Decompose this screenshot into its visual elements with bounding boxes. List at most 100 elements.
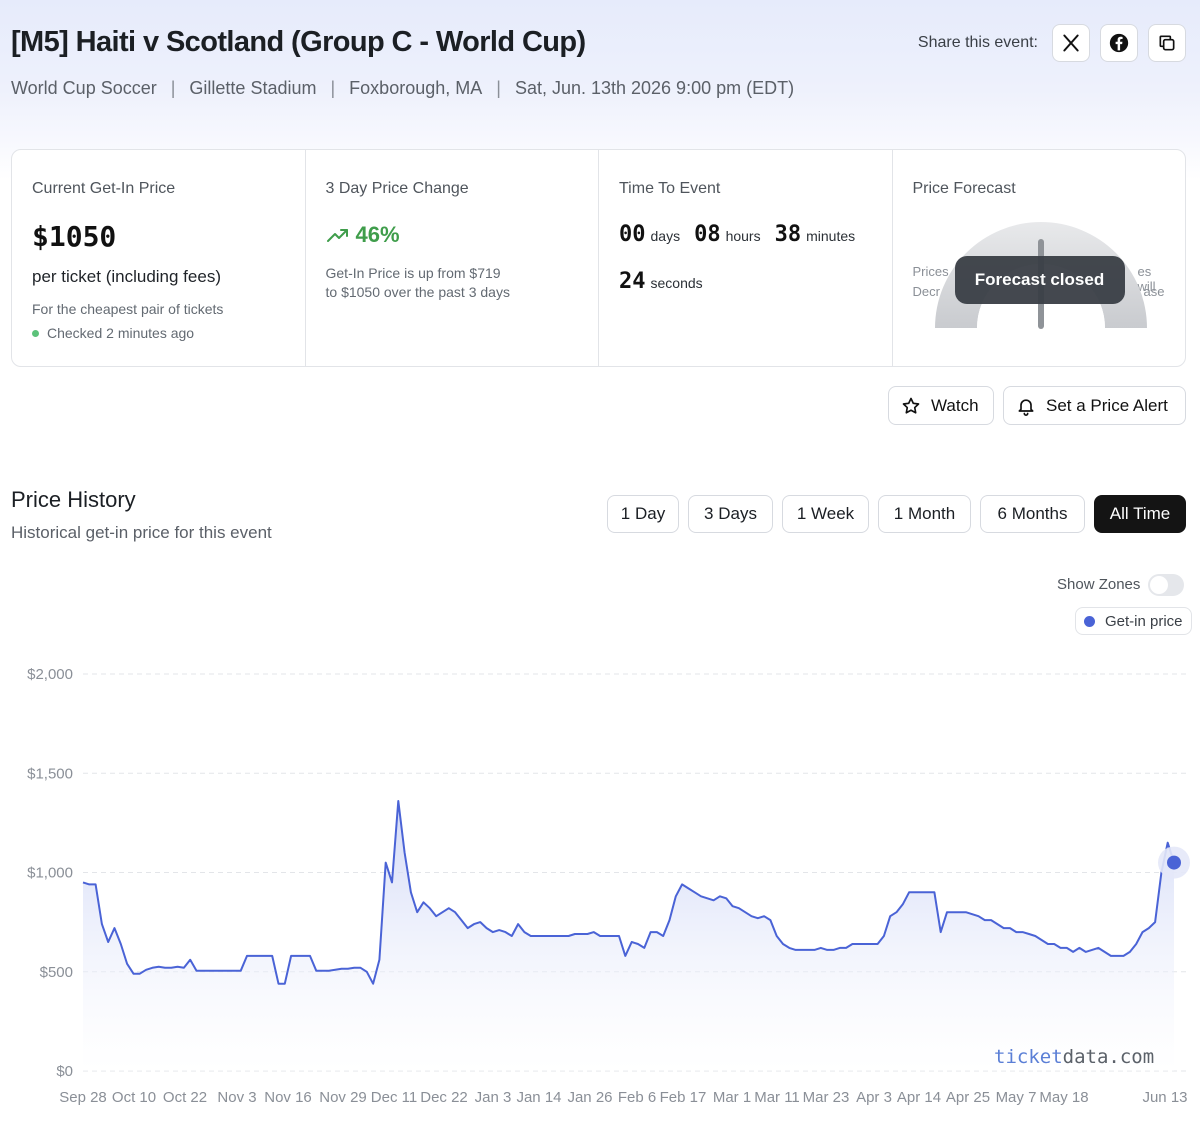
x-tick-label: Nov 3	[217, 1089, 256, 1106]
minutes-unit: minutes	[806, 228, 856, 244]
x-tick-label: Apr 25	[946, 1089, 990, 1106]
x-tick-label: Apr 3	[856, 1089, 892, 1106]
hours-unit: hours	[725, 228, 761, 244]
separator: |	[496, 78, 501, 98]
event-venue[interactable]: Gillette Stadium	[189, 78, 316, 98]
x-tick-label: Nov 29	[319, 1089, 367, 1106]
x-tick-label: Mar 23	[803, 1089, 850, 1106]
event-meta: World Cup Soccer | Gillette Stadium | Foxbor…	[11, 78, 794, 99]
range-1-month-button[interactable]: 1 Month	[878, 495, 971, 533]
x-tick-label: Jun 13	[1142, 1089, 1187, 1106]
time-to-event-card: Time To Event 00 days 08 hours 38 minutes 2…	[599, 150, 893, 366]
chart-legend[interactable]: Get-in price	[1075, 607, 1192, 635]
x-tick-label: Feb 17	[660, 1089, 707, 1106]
x-tick-label: Oct 22	[163, 1089, 207, 1106]
days-unit: days	[650, 228, 681, 244]
separator: |	[170, 78, 176, 98]
status-dot-icon	[32, 329, 39, 337]
price-alert-button[interactable]: Set a Price Alert	[1003, 386, 1186, 425]
range-1-day-button[interactable]: 1 Day	[607, 495, 679, 533]
y-tick-label: $500	[40, 964, 73, 981]
show-zones-label: Show Zones	[1057, 576, 1141, 593]
x-tick-label: Jan 14	[516, 1089, 561, 1106]
x-icon	[1063, 34, 1079, 52]
share-bar: Share this event:	[918, 24, 1186, 62]
range-3-days-button[interactable]: 3 Days	[688, 495, 773, 533]
last-point-marker	[1167, 855, 1181, 870]
stats-panel: Current Get-In Price $1050 per ticket (i…	[11, 149, 1186, 367]
event-category[interactable]: World Cup Soccer	[11, 78, 157, 98]
days-value: 00	[619, 222, 646, 247]
price-change-description: Get-In Price is up from $719 to $1050 ov…	[326, 264, 536, 302]
cheapest-note: For the cheapest pair of tickets	[32, 301, 224, 317]
price-area	[83, 801, 1174, 1071]
range-all-time-button[interactable]: All Time	[1094, 495, 1186, 533]
x-tick-label: Jan 26	[567, 1089, 612, 1106]
per-ticket-label: per ticket (including fees)	[32, 267, 221, 286]
y-tick-label: $0	[56, 1063, 73, 1080]
range-6-months-button[interactable]: 6 Months	[980, 495, 1085, 533]
price-change-percent: 46%	[326, 222, 579, 248]
price-history-subtitle: Historical get-in price for this event	[11, 523, 272, 542]
share-x-button[interactable]	[1052, 24, 1090, 62]
watch-label: Watch	[931, 395, 979, 415]
x-tick-label: Mar 1	[713, 1089, 751, 1106]
x-tick-label: Apr 14	[897, 1089, 941, 1106]
x-tick-label: Oct 10	[112, 1089, 156, 1106]
copy-link-button[interactable]	[1148, 24, 1186, 62]
y-tick-label: $2,000	[27, 666, 73, 683]
percent-value: 46%	[355, 222, 400, 247]
change-line-2: to $1050 over the past 3 days	[325, 284, 510, 300]
checked-status: Checked 2 minutes ago	[32, 325, 285, 341]
x-tick-label: Dec 22	[420, 1089, 468, 1106]
y-tick-label: $1,500	[27, 765, 73, 782]
event-datetime: Sat, Jun. 13th 2026 9:00 pm (EDT)	[514, 78, 795, 98]
watch-button[interactable]: Watch	[888, 386, 994, 425]
price-history-title: Price History	[11, 487, 136, 512]
x-tick-label: Sep 28	[59, 1089, 107, 1106]
bell-icon	[1018, 398, 1034, 416]
legend-dot-icon	[1084, 615, 1095, 627]
x-tick-label: May 18	[1039, 1089, 1088, 1106]
price-alert-label: Set a Price Alert	[1046, 395, 1168, 415]
current-price-title: Current Get-In Price	[32, 180, 176, 197]
price-forecast-card: Price Forecast Prices Decr es will ase F…	[893, 150, 1186, 366]
price-change-card: 3 Day Price Change 46% Get-In Price is u…	[306, 150, 599, 366]
facebook-icon	[1109, 33, 1129, 53]
star-icon	[902, 397, 920, 414]
range-1-week-button[interactable]: 1 Week	[782, 495, 869, 533]
x-tick-label: Jan 3	[475, 1089, 512, 1106]
current-price-value: $1050	[32, 220, 117, 253]
x-tick-label: May 7	[996, 1089, 1037, 1106]
watermark: ticketdata.com	[994, 1046, 1155, 1068]
trending-up-icon	[326, 229, 348, 242]
change-line-1: Get-In Price is up from $719	[325, 265, 501, 281]
toggle-knob	[1150, 576, 1168, 594]
x-tick-label: Nov 16	[264, 1089, 312, 1106]
x-tick-label: Feb 6	[618, 1089, 656, 1106]
time-to-event-title: Time To Event	[619, 180, 721, 197]
forecast-right-text-2: ase	[1143, 284, 1165, 299]
copy-icon	[1159, 35, 1175, 51]
legend-label: Get-in price	[1105, 612, 1183, 630]
x-tick-label: Dec 11	[371, 1089, 417, 1106]
share-label: Share this event:	[917, 34, 1038, 51]
minutes-value: 38	[774, 222, 802, 247]
price-forecast-title: Price Forecast	[912, 180, 1016, 197]
show-zones-toggle[interactable]	[1148, 574, 1184, 596]
separator: |	[330, 78, 336, 98]
seconds-unit: seconds	[650, 275, 703, 291]
checked-text: Checked 2 minutes ago	[47, 325, 195, 341]
countdown-seconds-row: 24 seconds	[619, 269, 872, 294]
event-city: Foxborough, MA	[349, 78, 483, 98]
hours-value: 08	[694, 222, 721, 247]
page-title: [M5] Haiti v Scotland (Group C - World C…	[11, 26, 586, 58]
countdown-row: 00 days 08 hours 38 minutes	[619, 222, 872, 247]
seconds-value: 24	[619, 269, 646, 294]
price-change-title: 3 Day Price Change	[325, 180, 469, 197]
forecast-gauge-area: Prices Decr es will ase Forecast closed	[913, 220, 1173, 330]
current-price-card: Current Get-In Price $1050 per ticket (i…	[12, 150, 306, 366]
share-facebook-button[interactable]	[1100, 24, 1138, 62]
forecast-closed-badge: Forecast closed	[954, 256, 1125, 304]
x-tick-label: Mar 11	[754, 1089, 800, 1106]
